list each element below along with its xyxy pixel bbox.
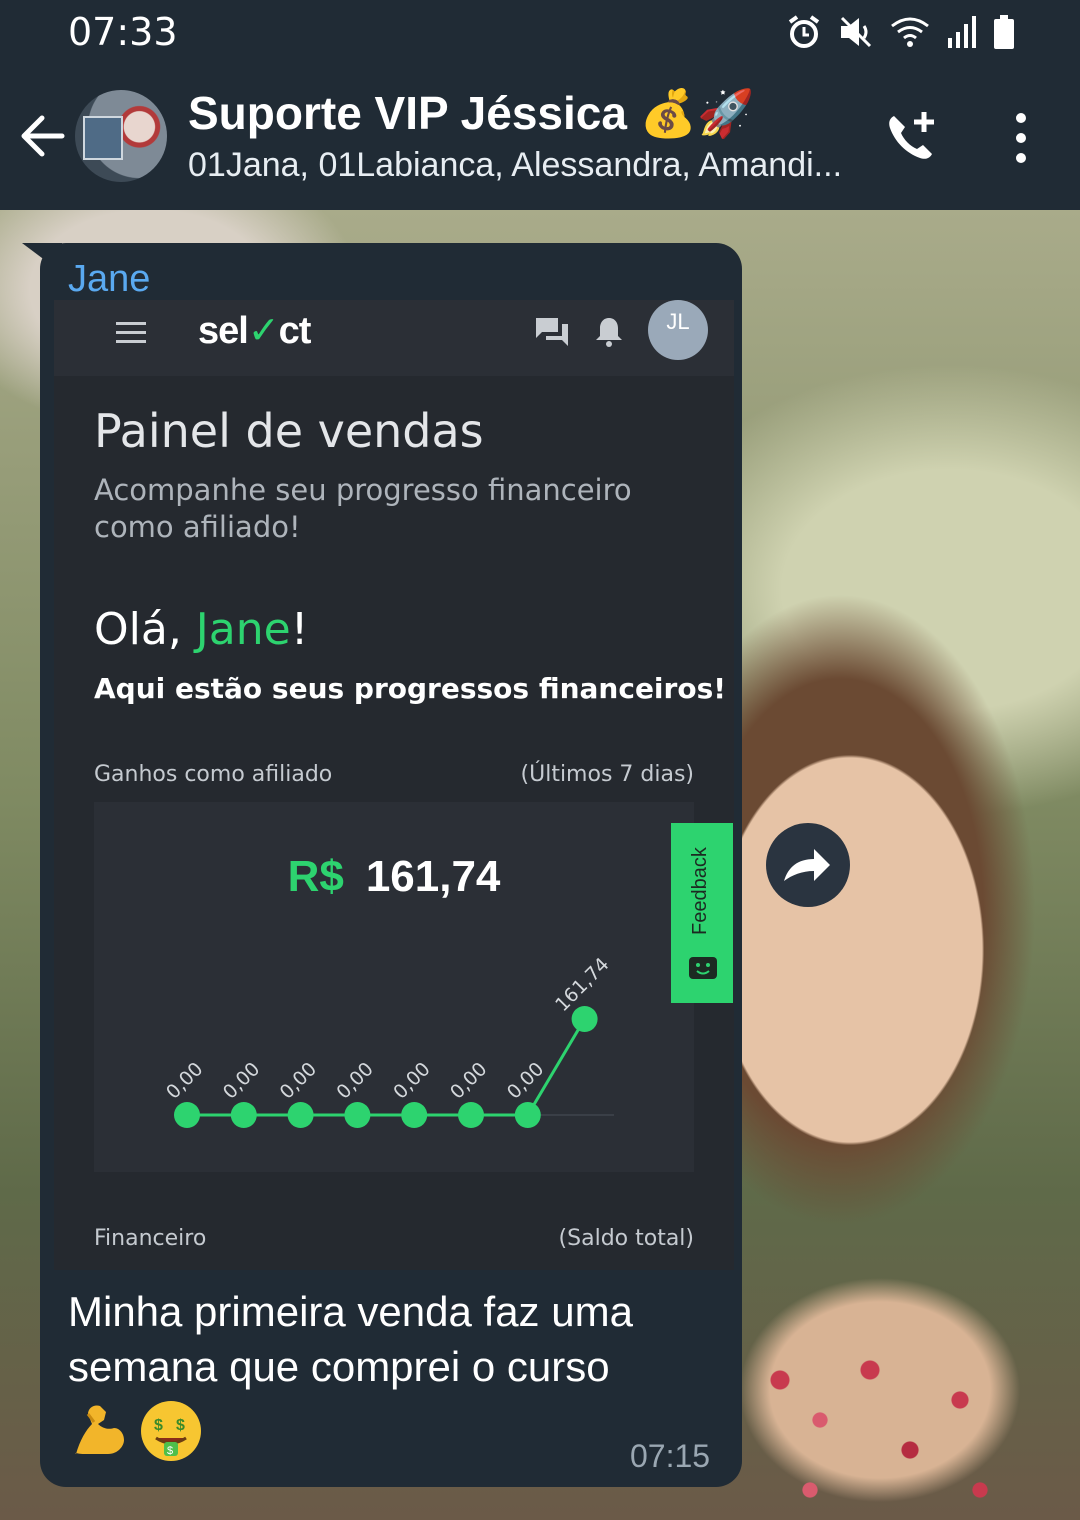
hamburger-menu-icon: [116, 322, 146, 344]
bell-icon: [594, 316, 624, 348]
signal-icon: [946, 14, 976, 55]
svg-text:$: $: [176, 1417, 185, 1434]
chart-point: [571, 1006, 598, 1032]
wifi-icon: [890, 14, 930, 55]
chat-bubbles-icon: [534, 316, 570, 348]
sales-panel: Painel de vendas Acompanhe seu progresso…: [54, 376, 734, 1270]
greeting: Olá, Jane!: [94, 604, 309, 655]
financial-label: Financeiro: [94, 1226, 207, 1251]
message-caption: Minha primeira venda faz uma semana que …: [68, 1288, 633, 1390]
chart-data-label: 0,00: [389, 1058, 434, 1103]
chart-data-label: 0,00: [503, 1058, 548, 1103]
chart-point: [287, 1102, 314, 1128]
message-image[interactable]: sel✓ct JL Painel de vendas Acompanhe seu…: [54, 300, 734, 1270]
chart-point: [230, 1102, 257, 1128]
feedback-tab: Feedback: [671, 823, 733, 1003]
panel-title: Painel de vendas: [94, 404, 484, 458]
earnings-label: Ganhos como afiliado: [94, 762, 333, 787]
status-bar: 07:33: [0, 0, 1080, 70]
mute-icon: [838, 14, 874, 55]
chart-point: [514, 1102, 541, 1128]
message-sender[interactable]: Jane: [68, 258, 150, 301]
chart-data-label: 0,00: [219, 1058, 264, 1103]
chart-point: [401, 1102, 428, 1128]
chart-data-label: 0,00: [162, 1058, 207, 1103]
forward-arrow-icon: [784, 849, 830, 881]
svg-text:$: $: [167, 1445, 173, 1457]
flexed-biceps-icon: [70, 1398, 132, 1468]
more-vert-icon[interactable]: [1006, 110, 1036, 166]
svg-text:$: $: [154, 1417, 163, 1434]
chat-header: Suporte VIP Jéssica 💰🚀 01Jana, 01Labianc…: [0, 70, 1080, 210]
message-time: 07:15: [630, 1438, 711, 1474]
chart-point: [458, 1102, 484, 1128]
earnings-period: (Últimos 7 dias): [520, 762, 694, 787]
feedback-label: Feedback: [689, 847, 711, 935]
add-call-icon[interactable]: [884, 108, 940, 164]
earnings-total: R$ 161,74: [287, 852, 501, 901]
wallpaper-flowers: [750, 1340, 1010, 1520]
chart-point: [344, 1102, 371, 1128]
forward-button[interactable]: [766, 823, 850, 907]
group-avatar[interactable]: [75, 90, 167, 182]
chart-data-label: 0,00: [446, 1058, 491, 1103]
chart-point: [174, 1102, 200, 1128]
select-logo: sel✓ct: [198, 310, 311, 352]
image-navbar: sel✓ct JL: [54, 300, 734, 376]
chat-title[interactable]: Suporte VIP Jéssica 💰🚀: [188, 86, 754, 141]
feedback-face-icon: [689, 957, 717, 979]
back-arrow-icon[interactable]: [18, 106, 68, 166]
status-time: 07:33: [68, 10, 178, 54]
financial-hint: (Saldo total): [558, 1226, 694, 1251]
alarm-icon: [786, 14, 822, 55]
chart-data-label: 0,00: [332, 1058, 377, 1103]
battery-icon: [992, 14, 1016, 55]
money-mouth-face-icon: $ $ $: [138, 1398, 204, 1468]
panel-subtitle: Acompanhe seu progresso financeiro como …: [94, 473, 632, 544]
user-avatar: JL: [648, 300, 708, 360]
chat-members[interactable]: 01Jana, 01Labianca, Alessandra, Amandi..…: [188, 146, 842, 185]
chart-data-label: 0,00: [276, 1058, 321, 1103]
earnings-chart-card: 0,00 0,00 0,00 0,00 0,00 0,00 0,00 161,74 R$ 161…: [94, 802, 694, 1172]
message-emojis: $ $ $: [70, 1398, 204, 1468]
status-icons: [786, 14, 1016, 55]
greeting-subtitle: Aqui estão seus progressos financeiros!: [94, 672, 727, 705]
